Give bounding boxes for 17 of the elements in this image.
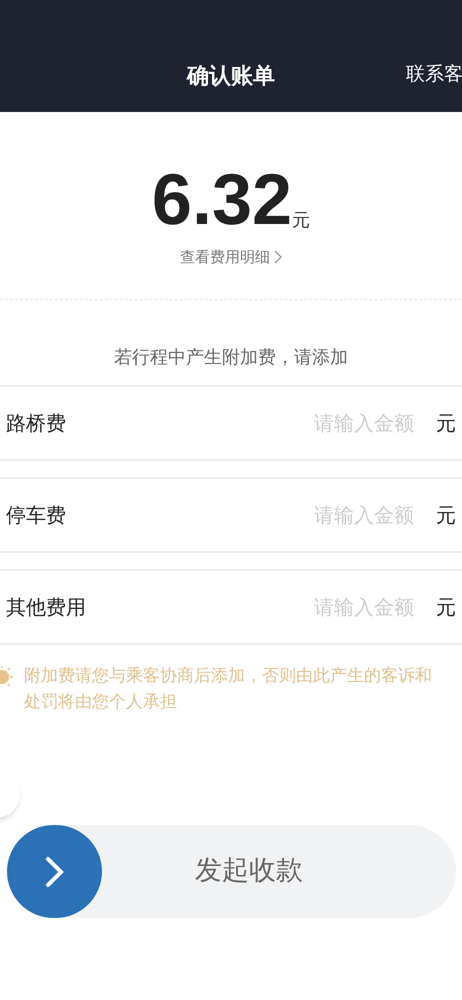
fee-label: 停车费 (6, 502, 67, 528)
notice-text: 附加费请您与乘客协商后添加，否则由此产生的客诉和处罚将由您个人承担 (24, 664, 433, 714)
bill-amount: 6.32 (152, 164, 292, 236)
fee-unit: 元 (436, 594, 456, 620)
fee-unit: 元 (436, 410, 456, 436)
contact-link[interactable]: 联系客 (406, 60, 462, 88)
amount-unit: 元 (292, 209, 310, 233)
fee-label: 路桥费 (6, 410, 67, 436)
fee-detail-link[interactable]: 查看费用明细 (180, 246, 282, 268)
extra-fee-hint: 若行程中产生附加费，请添加 (113, 346, 349, 370)
fee-unit: 元 (436, 502, 456, 528)
chevron-right-icon (44, 856, 64, 888)
chevron-right-icon (274, 250, 282, 264)
page-title: 确认账单 (187, 62, 275, 90)
fee-label: 其他费用 (6, 594, 87, 620)
slide-to-collect-track[interactable]: 发起收款 (7, 825, 456, 918)
collect-label: 发起收款 (194, 854, 304, 888)
